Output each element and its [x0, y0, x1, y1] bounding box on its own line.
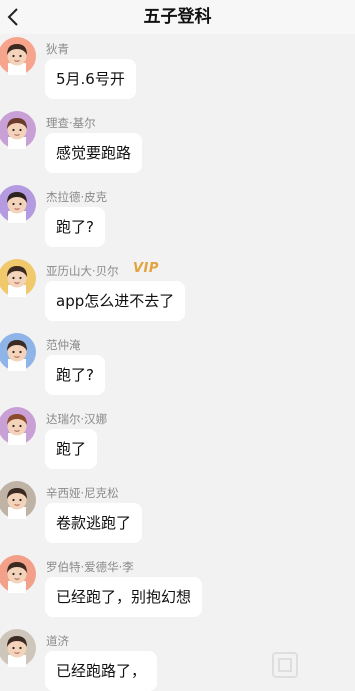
avatar[interactable] — [0, 111, 36, 149]
page-title: 五子登科 — [143, 7, 212, 27]
sender-name: 狄青 — [46, 42, 69, 56]
sender-name: 理查·基尔 — [46, 116, 96, 130]
message-bubble[interactable]: app怎么进不去了 — [45, 281, 186, 321]
header-bar: 五子登科 — [0, 0, 355, 34]
message-bubble[interactable]: 5月.6号开 — [45, 59, 136, 99]
avatar[interactable] — [0, 333, 36, 371]
message-bubble[interactable]: 跑了? — [45, 355, 105, 395]
sender-name: 道济 — [46, 634, 69, 648]
message-bubble[interactable]: 跑了 — [45, 429, 98, 469]
avatar[interactable] — [0, 481, 36, 519]
watermark-icon — [272, 652, 298, 678]
message-bubble[interactable]: 已经跑了，别抱幻想 — [45, 577, 203, 617]
avatar[interactable] — [0, 555, 36, 593]
avatar[interactable] — [0, 629, 36, 667]
avatar[interactable] — [0, 259, 36, 297]
message-bubble[interactable]: 已经跑路了， — [45, 651, 158, 691]
vip-badge: VIP — [133, 261, 159, 276]
avatar[interactable] — [0, 37, 36, 75]
sender-name: 范仲淹 — [46, 338, 81, 352]
sender-name: 罗伯特·爱德华·李 — [46, 560, 134, 574]
sender-name: 达瑞尔·汉娜 — [46, 412, 108, 426]
sender-name: 杰拉德·皮克 — [46, 190, 108, 204]
avatar[interactable] — [0, 407, 36, 445]
message-bubble[interactable]: 跑了? — [45, 207, 105, 247]
avatar[interactable] — [0, 185, 36, 223]
message-bubble[interactable]: 卷款逃跑了 — [45, 503, 143, 543]
sender-name: 亚历山大·贝尔 — [46, 264, 119, 278]
message-bubble[interactable]: 感觉要跑路 — [45, 133, 143, 173]
sender-name: 辛西娅·尼克松 — [46, 486, 119, 500]
